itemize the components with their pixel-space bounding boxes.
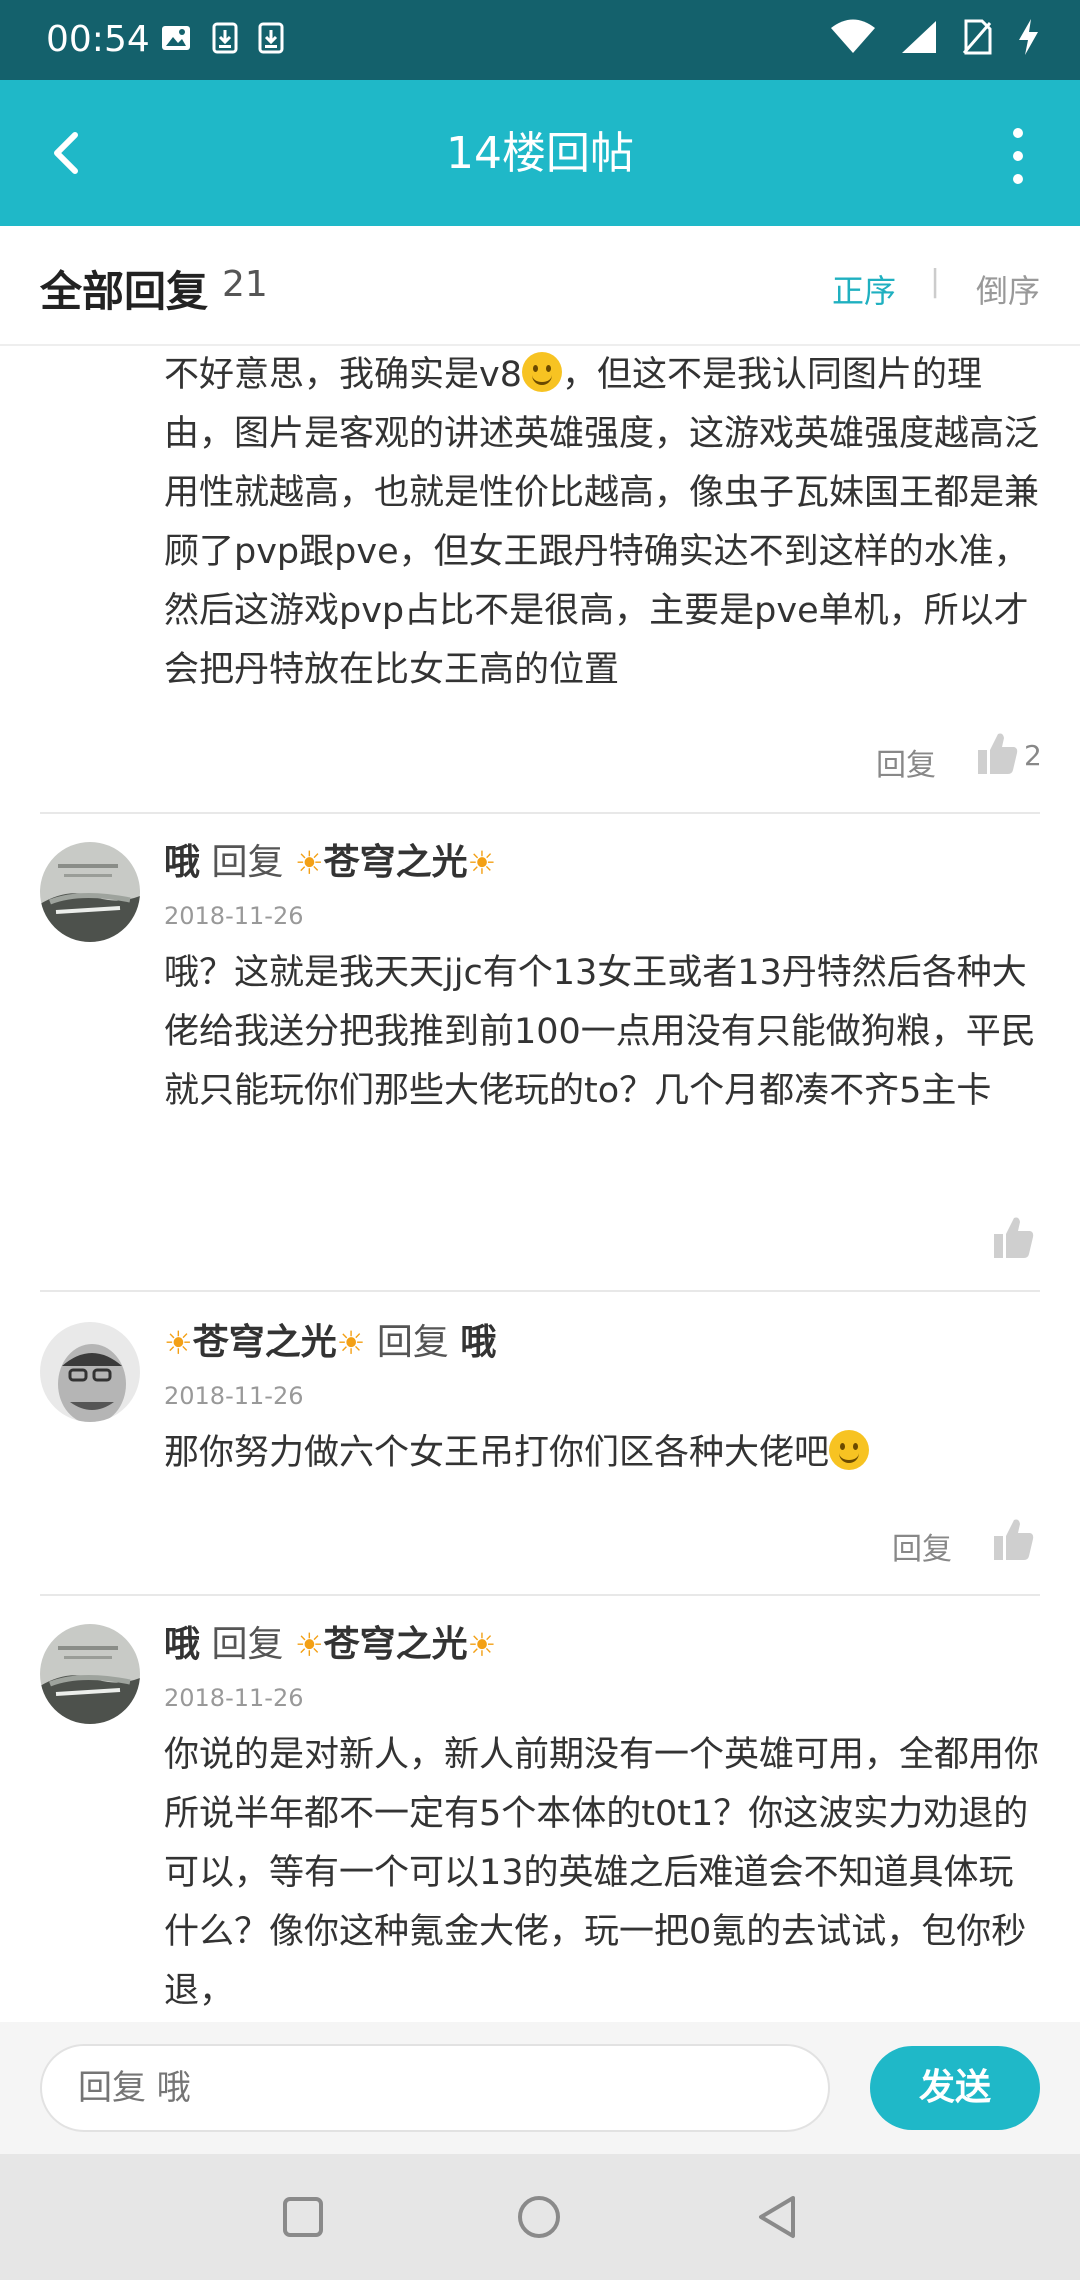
sun-icon: ☀ bbox=[294, 1626, 324, 1664]
thumbs-up-icon bbox=[994, 1216, 1034, 1262]
reply-bar: 发送 bbox=[0, 2022, 1080, 2154]
avatar[interactable] bbox=[40, 1322, 140, 1422]
reply-button[interactable]: 回复 bbox=[876, 740, 936, 784]
status-time: 00:54 bbox=[46, 19, 150, 60]
post-date: 2018-11-26 bbox=[164, 902, 304, 930]
smile-emoji-icon bbox=[521, 352, 562, 392]
reply-word: 回复 bbox=[211, 842, 284, 883]
sun-icon: ☀ bbox=[164, 1324, 193, 1362]
sun-icon: ☀ bbox=[467, 844, 497, 882]
download-icon bbox=[212, 22, 238, 58]
avatar[interactable] bbox=[40, 1624, 140, 1724]
list-item: 哦 回复 ☀苍穹之光☀ 2018-11-26 哦？这就是我天天jjc有个13女王… bbox=[0, 838, 1080, 1290]
list-item: 哦 回复 ☀苍穹之光☀ 2018-11-26 你说的是对新人，新人前期没有一个英… bbox=[0, 1620, 1080, 2022]
post-date: 2018-11-26 bbox=[164, 1684, 304, 1712]
reply-word: 回复 bbox=[211, 1624, 284, 1665]
home-icon[interactable] bbox=[514, 2192, 564, 2242]
download-icon bbox=[258, 22, 284, 58]
sort-ascending-tab[interactable]: 正序 bbox=[832, 266, 896, 312]
post-text: 不好意思，我确实是v8 ，但这不是我认同图片的理由，图片是客观的讲述英雄强度，这游… bbox=[164, 346, 1044, 700]
app-bar: 14楼回帖 bbox=[0, 80, 1080, 226]
sun-icon: ☀ bbox=[294, 844, 324, 882]
post-user-line: ☀苍穹之光☀ 回复 哦 bbox=[164, 1318, 496, 1368]
reply-input[interactable] bbox=[40, 2044, 830, 2132]
signal-icon bbox=[900, 19, 938, 59]
image-icon bbox=[160, 22, 192, 58]
sun-icon: ☀ bbox=[336, 1324, 366, 1362]
list-item: ☀苍穹之光☀ 回复 哦 2018-11-26 那你努力做六个女王吊打你们区各种大… bbox=[0, 1318, 1080, 1594]
send-button[interactable]: 发送 bbox=[870, 2046, 1040, 2130]
list-item: 不好意思，我确实是v8 ，但这不是我认同图片的理由，图片是客观的讲述英雄强度，这游… bbox=[0, 346, 1080, 816]
recent-apps-icon[interactable] bbox=[278, 2192, 328, 2242]
charging-icon bbox=[1016, 18, 1040, 60]
reply-count: 21 bbox=[222, 264, 268, 305]
username[interactable]: 哦 bbox=[164, 1624, 200, 1665]
reply-button[interactable]: 回复 bbox=[892, 1524, 952, 1568]
post-user-line: 哦 回复 ☀苍穹之光☀ bbox=[164, 838, 496, 888]
reply-target-username[interactable]: 苍穹之光 bbox=[324, 1624, 468, 1665]
post-text: 那你努力做六个女王吊打你们区各种大佬吧 bbox=[164, 1424, 1044, 1483]
all-replies-title: 全部回复 bbox=[40, 267, 209, 316]
post-date: 2018-11-26 bbox=[164, 1382, 304, 1410]
page-title: 14楼回帖 bbox=[446, 128, 634, 179]
post-user-line: 哦 回复 ☀苍穹之光☀ bbox=[164, 1620, 496, 1670]
sort-descending-tab[interactable]: 倒序 bbox=[976, 266, 1040, 312]
status-bar: 00:54 bbox=[0, 0, 1080, 80]
like-button[interactable] bbox=[994, 1216, 1034, 1262]
wifi-icon bbox=[830, 19, 876, 59]
username[interactable]: 哦 bbox=[164, 842, 200, 883]
reply-word: 回复 bbox=[376, 1322, 449, 1363]
back-triangle-icon[interactable] bbox=[752, 2192, 802, 2242]
divider bbox=[40, 812, 1040, 814]
no-sim-icon bbox=[962, 19, 992, 59]
divider bbox=[40, 1290, 1040, 1292]
reply-target-username[interactable]: 苍穹之光 bbox=[324, 842, 468, 883]
post-text: 你说的是对新人，新人前期没有一个英雄可用，全都用你所说半年都不一定有5个本体的t… bbox=[164, 1735, 1040, 2011]
thumbs-up-icon bbox=[978, 732, 1018, 778]
sun-icon: ☀ bbox=[467, 1626, 497, 1664]
more-vertical-icon[interactable] bbox=[998, 128, 1038, 184]
divider bbox=[40, 1594, 1040, 1596]
smile-emoji-icon bbox=[829, 1430, 870, 1470]
sort-separator: | bbox=[930, 264, 941, 299]
avatar[interactable] bbox=[40, 842, 140, 942]
reply-target-username[interactable]: 哦 bbox=[460, 1322, 496, 1363]
system-nav-bar bbox=[0, 2154, 1080, 2280]
like-button[interactable] bbox=[994, 1518, 1034, 1564]
username[interactable]: 苍穹之光 bbox=[193, 1322, 337, 1363]
like-button[interactable]: 2 bbox=[978, 732, 1042, 778]
replies-header: 全部回复 21 正序 | 倒序 bbox=[0, 226, 1080, 346]
thumbs-up-icon bbox=[994, 1518, 1034, 1564]
post-text: 哦？这就是我天天jjc有个13女王或者13丹特然后各种大佬给我送分把我推到前10… bbox=[164, 953, 1036, 1111]
like-count: 2 bbox=[1024, 738, 1042, 772]
